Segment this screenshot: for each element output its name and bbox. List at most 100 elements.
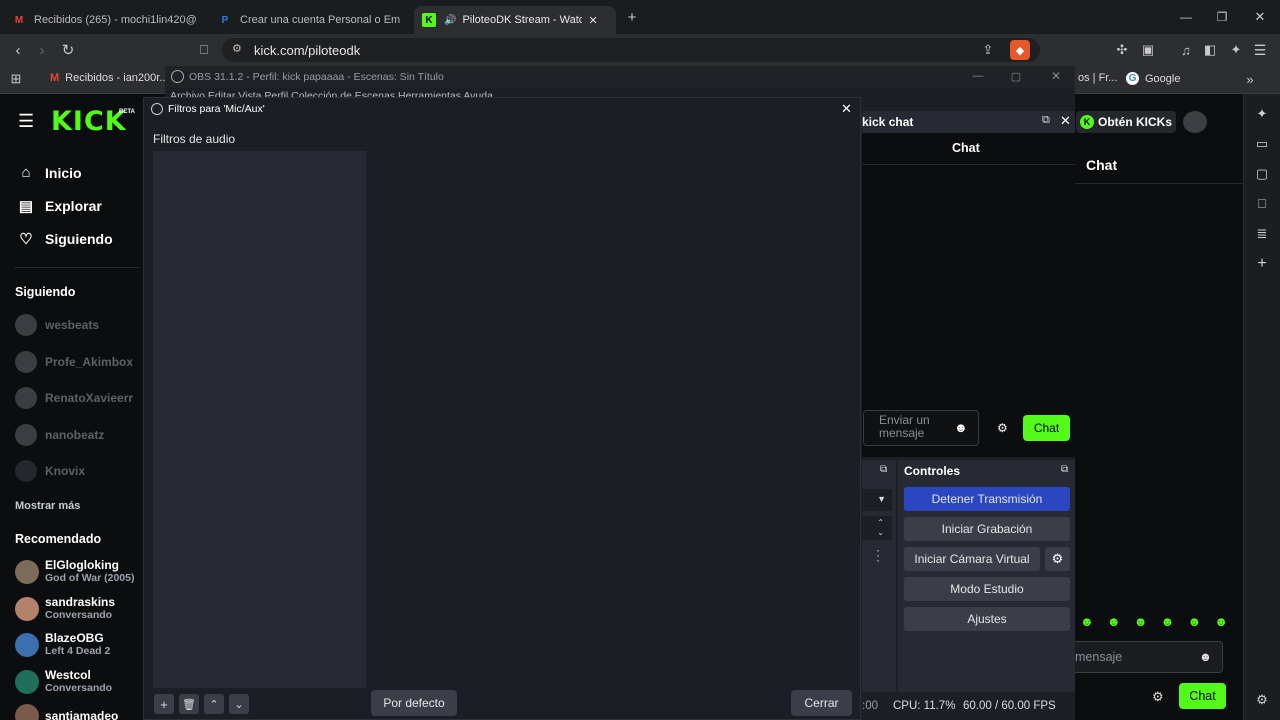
emote-icon[interactable]: ☻	[1214, 614, 1228, 632]
filters-dialog-title: Filtros para 'Mic/Aux'	[168, 103, 265, 115]
filters-dialog-close-icon[interactable]: ✕	[841, 101, 852, 117]
wallet-icon[interactable]: ▢	[1252, 164, 1272, 184]
chat-send-button[interactable]: Chat	[1179, 683, 1226, 709]
spinbox-arrows-icon[interactable]: ⌃ ⌄	[862, 516, 892, 540]
studio-mode-button[interactable]: Modo Estudio	[904, 577, 1070, 601]
obs-minimize-icon[interactable]: —	[968, 66, 988, 86]
virtual-camera-settings-icon[interactable]: ⚙	[1045, 547, 1070, 571]
dock-float-icon[interactable]: ⧉	[1042, 114, 1050, 127]
show-more-link[interactable]: Mostrar más	[15, 500, 80, 512]
recommended-item[interactable]: Westcol Conversando	[15, 668, 112, 695]
brave-shields-icon[interactable]: ◆	[1010, 40, 1030, 60]
leo-icon[interactable]: ✦	[1252, 104, 1272, 124]
start-recording-button[interactable]: Iniciar Grabación	[904, 517, 1070, 541]
following-item[interactable]: wesbeats	[15, 314, 99, 336]
obs-maximize-icon[interactable]: ▢	[1006, 66, 1026, 86]
screenshot-icon[interactable]: ▣	[1138, 40, 1158, 60]
following-item[interactable]: Knovix	[15, 460, 85, 482]
bookmark-icon[interactable]: ⎕	[194, 40, 214, 60]
bookmarks-icon[interactable]: ⎕	[1252, 194, 1272, 214]
move-down-icon[interactable]: ⌄	[229, 694, 249, 714]
bookmark-partial[interactable]: os | Fr...	[1078, 72, 1118, 84]
panel-float-icon[interactable]: ⧉	[880, 464, 887, 475]
close-tab-icon[interactable]: ✕	[588, 14, 597, 27]
forward-icon[interactable]: ›	[32, 40, 52, 60]
site-settings-icon[interactable]: ⚙	[232, 42, 242, 55]
chat-title: Chat	[1086, 157, 1118, 173]
user-avatar[interactable]	[1183, 111, 1207, 133]
divider	[862, 164, 1075, 165]
dock-settings-icon[interactable]: ⚙	[997, 421, 1008, 435]
following-item[interactable]: Profe_Akimbox	[15, 351, 133, 373]
maximize-icon[interactable]: ❐	[1212, 7, 1232, 27]
share-icon[interactable]: ⇪	[978, 40, 998, 60]
recommended-item[interactable]: sandraskins Conversando	[15, 595, 115, 622]
settings-icon[interactable]: ⚙	[1252, 690, 1272, 710]
settings-button[interactable]: Ajustes	[904, 607, 1070, 631]
emote-icon[interactable]: ☻	[1161, 614, 1175, 632]
start-virtual-camera-button[interactable]: Iniciar Cámara Virtual	[904, 547, 1040, 571]
recommended-item[interactable]: santiamadeo	[15, 704, 118, 720]
more-options-icon[interactable]: · · ·	[876, 544, 880, 566]
stop-streaming-button[interactable]: Detener Transmisión	[904, 487, 1070, 511]
address-input[interactable]: ⚙ kick.com/piloteodk	[222, 38, 1040, 62]
panel-float-icon[interactable]: ⧉	[1061, 464, 1068, 475]
chat-settings-icon[interactable]: ⚙	[1152, 689, 1164, 705]
add-sidebar-icon[interactable]: +	[1252, 254, 1272, 274]
following-item[interactable]: RenatoXavieerr	[15, 387, 133, 409]
window-close-icon[interactable]: ✕	[1250, 7, 1270, 27]
dock-chat-header: Chat	[952, 141, 980, 155]
recommended-item[interactable]: BlazeOBG Left 4 Dead 2	[15, 631, 110, 658]
tab-gmail[interactable]: M Recibidos (265) - mochi1lin420@gm	[4, 6, 204, 34]
tab-kick-active[interactable]: K 🔊 PiloteoDK Stream - Watch Liv ✕	[414, 6, 616, 34]
recommended-item[interactable]: ElGlogloking God of War (2005)	[15, 558, 134, 585]
new-tab-button[interactable]: +	[622, 7, 642, 27]
kick-logo[interactable]: KICK	[51, 106, 127, 137]
audio-filters-list[interactable]	[153, 151, 366, 688]
nav-explorar[interactable]: ▤ Explorar	[17, 197, 102, 215]
reload-icon[interactable]: ↻	[58, 40, 78, 60]
bookmark-google[interactable]: G Google	[1126, 72, 1180, 85]
status-cpu: CPU: 11.7%	[893, 700, 956, 712]
beta-badge: BETA	[119, 109, 135, 115]
divider	[1075, 183, 1243, 184]
minimize-icon[interactable]: —	[1176, 7, 1196, 27]
dock-close-icon[interactable]: ✕	[1060, 113, 1071, 129]
get-kicks-button[interactable]: K Obtén KICKs	[1076, 111, 1176, 133]
nav-inicio[interactable]: ⌂ Inicio	[17, 164, 81, 181]
home-icon: ⌂	[21, 164, 31, 181]
menu-icon[interactable]: ☰	[1250, 40, 1270, 60]
media-icon[interactable]: ♫	[1176, 40, 1196, 60]
following-item[interactable]: nanobeatz	[15, 424, 104, 446]
dock-chat-input[interactable]: Enviar un mensaje ☻	[863, 410, 979, 446]
more-bookmarks-icon[interactable]: »	[1240, 69, 1260, 89]
emote-icon[interactable]: ☻	[1134, 614, 1148, 632]
hamburger-menu-icon[interactable]: ☰	[18, 112, 36, 130]
chat-input[interactable]: mensaje ☻	[1075, 641, 1223, 673]
add-filter-icon[interactable]: +	[154, 694, 174, 714]
reading-list-icon[interactable]: ≣	[1252, 224, 1272, 244]
move-up-icon[interactable]: ⌃	[204, 694, 224, 714]
dock-chat-button[interactable]: Chat	[1023, 415, 1070, 441]
obs-close-icon[interactable]: ✕	[1046, 66, 1066, 86]
back-icon[interactable]: ‹	[8, 40, 28, 60]
sidebar-icon[interactable]: ◧	[1200, 40, 1220, 60]
emote-icon[interactable]: ☻	[1107, 614, 1121, 632]
tab-paypal[interactable]: P Crear una cuenta Personal o Empresa	[210, 6, 408, 34]
remove-filter-icon[interactable]: 🗑	[179, 694, 199, 714]
leo-ai-icon[interactable]: ✦	[1226, 40, 1246, 60]
dropdown-arrow-icon[interactable]: ▼	[862, 489, 892, 511]
close-button[interactable]: Cerrar	[791, 690, 852, 716]
obs-status-bar: :00 CPU: 11.7% 60.00 / 60.00 FPS	[862, 694, 1075, 720]
bookmark-gmail[interactable]: M Recibidos - ian200r...	[50, 72, 169, 84]
avatar	[15, 424, 37, 446]
emote-icon[interactable]: ☻	[1080, 614, 1094, 632]
playlist-icon[interactable]: ▭	[1252, 134, 1272, 154]
nav-siguiendo[interactable]: ♡ Siguiendo	[17, 230, 112, 248]
apps-icon[interactable]: ⊞	[6, 69, 26, 89]
emote-icon[interactable]: ☻	[1187, 614, 1201, 632]
defaults-button[interactable]: Por defecto	[371, 690, 457, 716]
emoji-icon[interactable]: ☻	[954, 421, 968, 434]
extensions-icon[interactable]: ✣	[1112, 40, 1132, 60]
emoji-icon[interactable]: ☻	[1199, 650, 1212, 664]
